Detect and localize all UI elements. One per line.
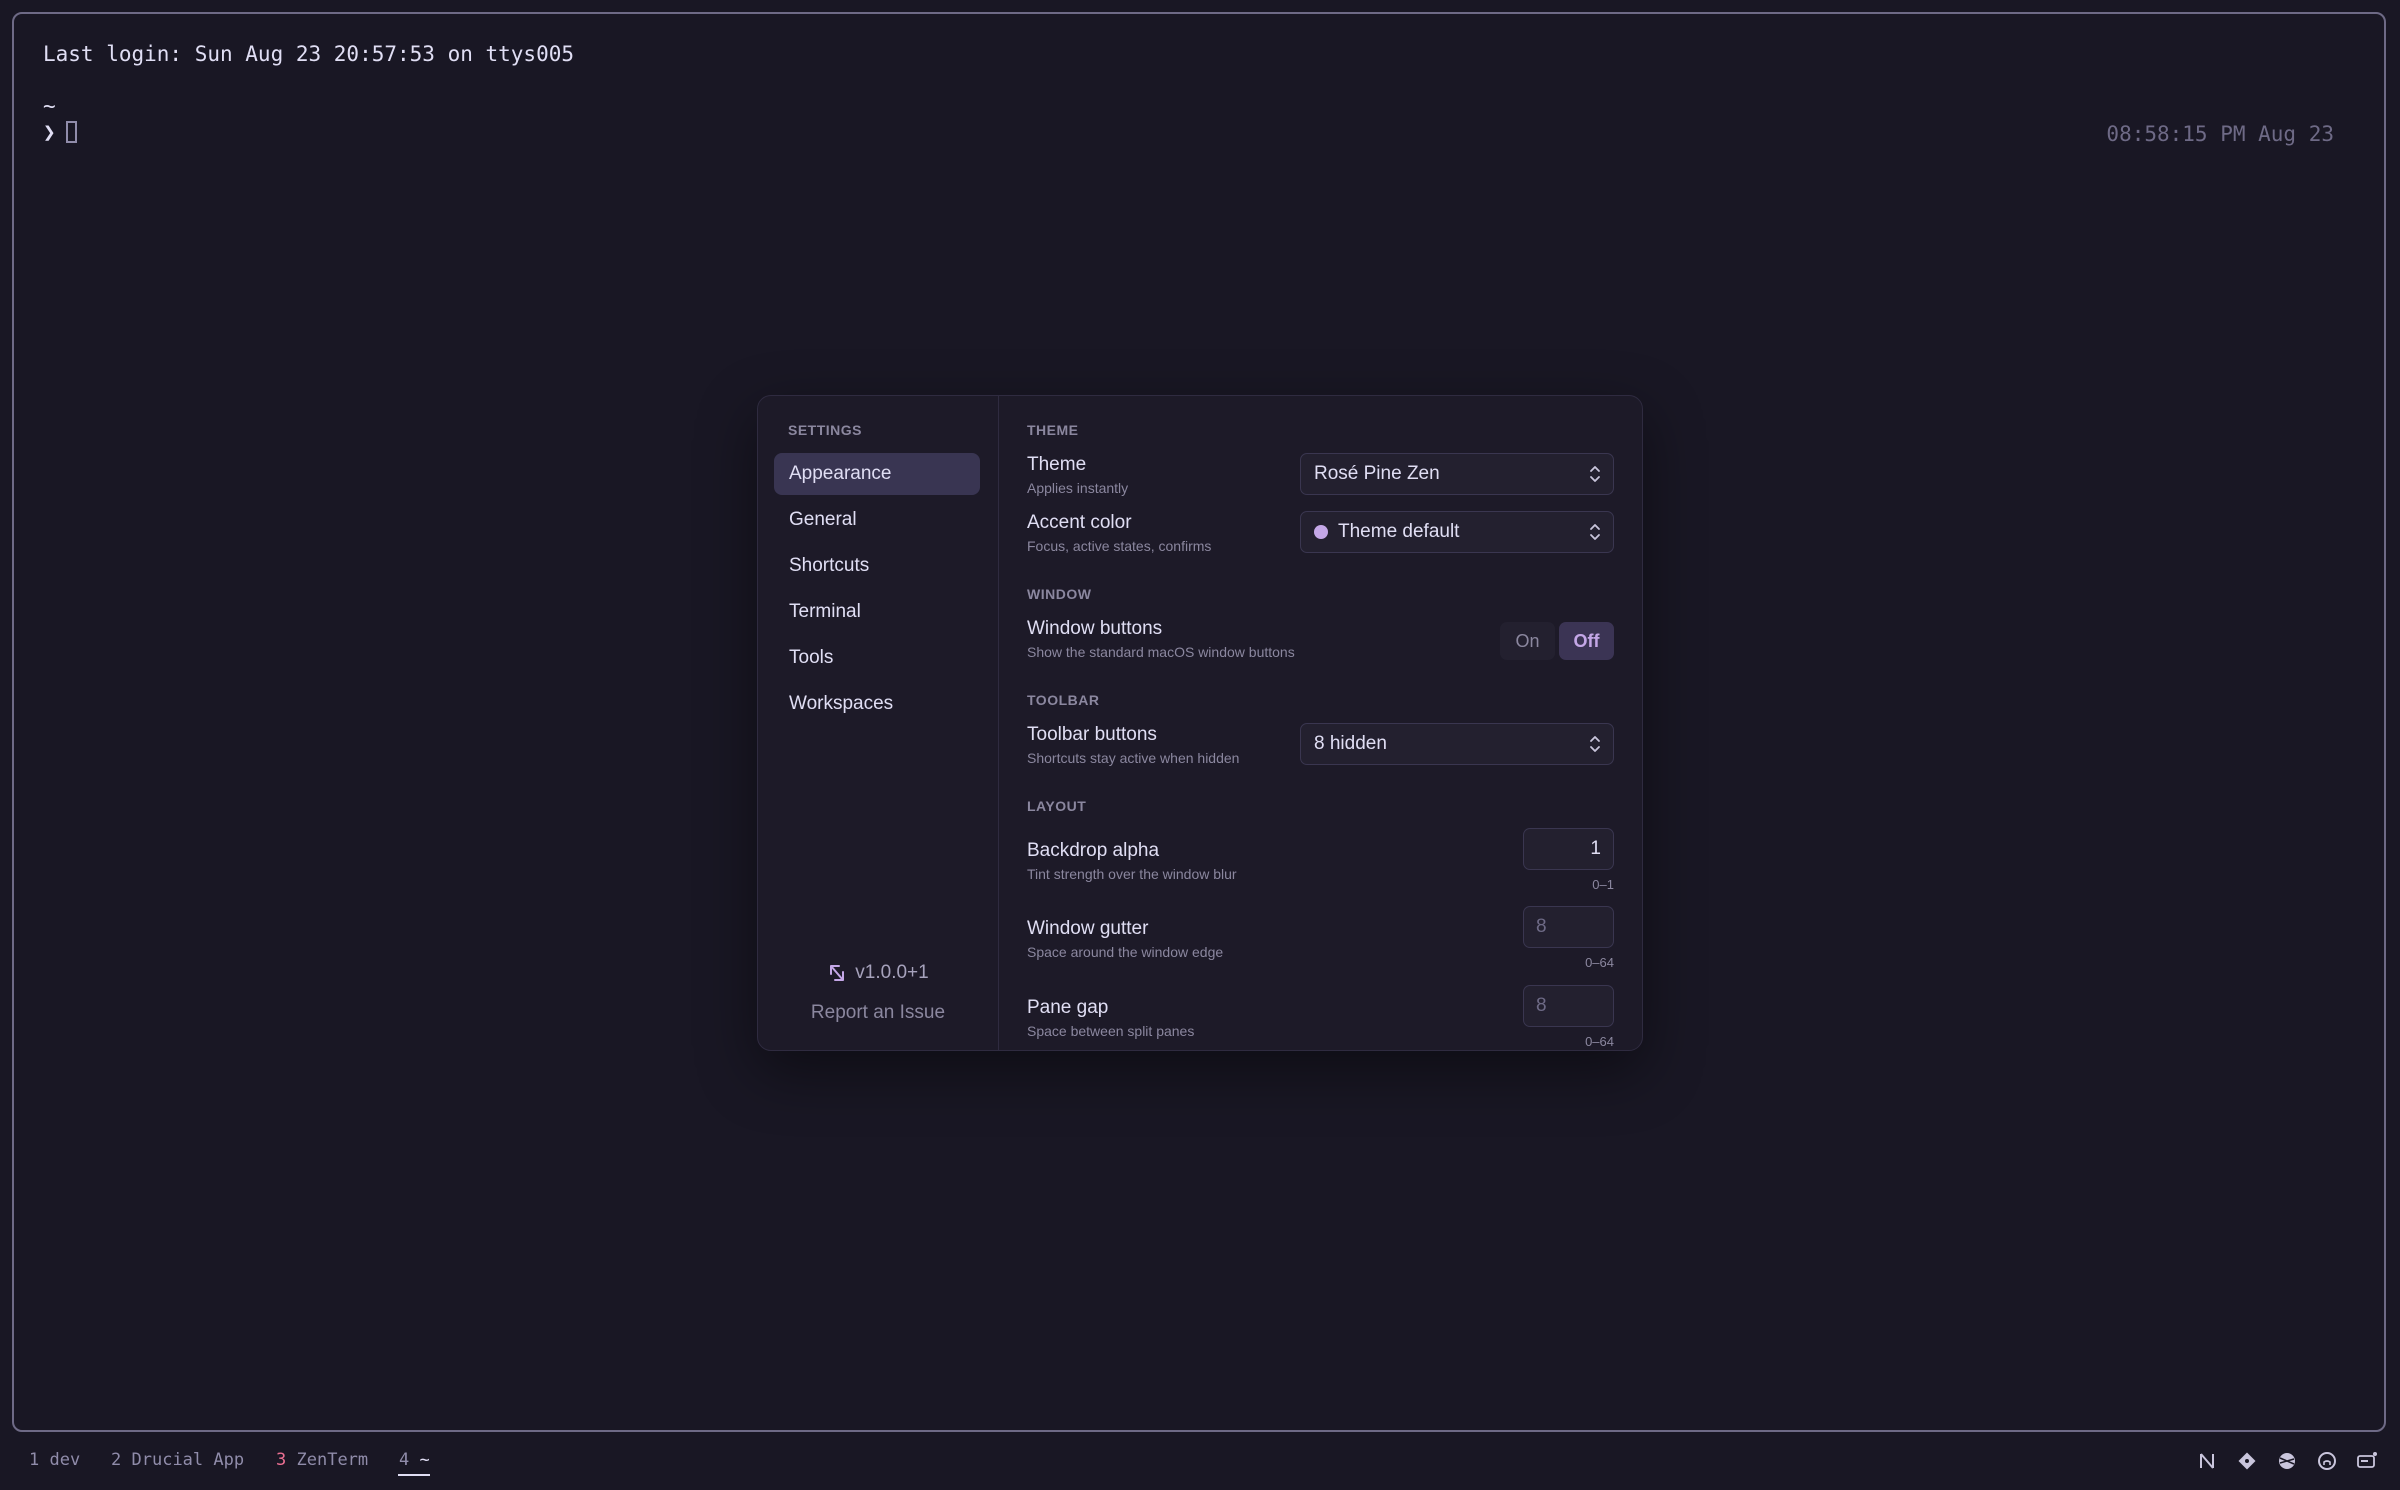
backdrop-subtitle: Tint strength over the window blur: [1027, 866, 1237, 882]
pane-gap-title: Pane gap: [1027, 997, 1109, 1018]
theme-select[interactable]: Rosé Pine Zen: [1300, 453, 1614, 495]
backdrop-title: Backdrop alpha: [1027, 840, 1160, 861]
pane-gap-range: 0–64: [1585, 1034, 1614, 1049]
settings-sidebar: SETTINGS Appearance General Shortcuts Te…: [758, 396, 999, 1050]
gutter-title: Window gutter: [1027, 918, 1149, 939]
tab-3[interactable]: 3 ZenTerm: [276, 1450, 368, 1470]
backdrop-input[interactable]: 1: [1523, 828, 1614, 870]
tab-number: 1: [29, 1450, 40, 1470]
clock: 08:58:15 PM Aug 23: [2106, 122, 2334, 146]
display-icon[interactable]: [2354, 1448, 2380, 1474]
window-buttons-toggle: On Off: [1500, 622, 1614, 660]
chevron-updown-icon: [1590, 736, 1600, 752]
sidebar-item-general[interactable]: General: [774, 499, 980, 541]
tab-4[interactable]: 4 ~: [399, 1450, 430, 1470]
tab-label: ZenTerm: [296, 1450, 369, 1470]
theme-subtitle: Applies instantly: [1027, 480, 1129, 496]
settings-content: THEME Theme Applies instantly Rosé Pine …: [998, 396, 1642, 1050]
window-buttons-title: Window buttons: [1027, 618, 1163, 639]
sidebar-item-shortcuts[interactable]: Shortcuts: [774, 545, 980, 587]
section-window: WINDOW: [1027, 586, 1092, 602]
chevron-updown-icon: [1590, 524, 1600, 540]
github-icon[interactable]: [2314, 1448, 2340, 1474]
terminal-cursor: [65, 121, 77, 143]
gutter-subtitle: Space around the window edge: [1027, 944, 1224, 960]
window-buttons-subtitle: Show the standard macOS window buttons: [1027, 644, 1295, 660]
tab-number: 3: [276, 1450, 287, 1470]
pane-gap-placeholder: 8: [1536, 995, 1547, 1016]
prompt-row[interactable]: ❯: [43, 120, 77, 144]
toolbar-buttons-title: Toolbar buttons: [1027, 724, 1157, 745]
tab-label: ~: [419, 1450, 430, 1470]
tab-label: dev: [49, 1450, 81, 1470]
gutter-range: 0–64: [1585, 955, 1614, 970]
report-issue-link[interactable]: Report an Issue: [758, 1002, 998, 1024]
cwd-line: ~: [43, 94, 56, 118]
git-icon[interactable]: [2234, 1448, 2260, 1474]
tab-number: 2: [111, 1450, 122, 1470]
tab-label: Drucial App: [131, 1450, 245, 1470]
gutter-placeholder: 8: [1536, 916, 1547, 937]
app-logo-icon: [830, 965, 845, 981]
section-layout: LAYOUT: [1027, 798, 1087, 814]
toolbar-buttons-subtitle: Shortcuts stay active when hidden: [1027, 750, 1240, 766]
toolbar-select-value: 8 hidden: [1314, 733, 1387, 754]
pane-gap-subtitle: Space between split panes: [1027, 1023, 1195, 1039]
toggle-on-option[interactable]: On: [1500, 622, 1555, 660]
notion-icon[interactable]: [2194, 1448, 2220, 1474]
section-toolbar: TOOLBAR: [1027, 692, 1100, 708]
tab-number: 4: [399, 1450, 410, 1470]
tab-2[interactable]: 2 Drucial App: [111, 1450, 244, 1470]
tab-1[interactable]: 1 dev: [29, 1450, 80, 1470]
sidebar-item-workspaces[interactable]: Workspaces: [774, 683, 980, 725]
accent-select-value: Theme default: [1338, 521, 1460, 542]
accent-select[interactable]: Theme default: [1300, 511, 1614, 553]
backdrop-range: 0–1: [1592, 877, 1614, 892]
active-tab-underline: [398, 1474, 430, 1476]
backdrop-value: 1: [1590, 838, 1601, 859]
sidebar-item-terminal[interactable]: Terminal: [774, 591, 980, 633]
sidebar-item-tools[interactable]: Tools: [774, 637, 980, 679]
version-label: v1.0.0+1: [855, 962, 929, 983]
section-theme: THEME: [1027, 422, 1079, 438]
pane-gap-input[interactable]: 8: [1523, 985, 1614, 1027]
status-tray: [2194, 1448, 2380, 1474]
tab-bar: 1 dev 2 Drucial App 3 ZenTerm 4 ~: [0, 1444, 2400, 1484]
theme-title: Theme: [1027, 454, 1087, 475]
chevron-updown-icon: [1590, 466, 1600, 482]
version-row: v1.0.0+1: [758, 962, 998, 984]
theme-select-value: Rosé Pine Zen: [1314, 463, 1440, 484]
accent-swatch: [1314, 525, 1328, 539]
settings-header: SETTINGS: [788, 422, 863, 438]
globe-icon[interactable]: [2274, 1448, 2300, 1474]
settings-dialog: SETTINGS Appearance General Shortcuts Te…: [757, 395, 1643, 1051]
accent-subtitle: Focus, active states, confirms: [1027, 538, 1212, 554]
accent-title: Accent color: [1027, 512, 1132, 533]
prompt-symbol: ❯: [43, 120, 56, 144]
gutter-input[interactable]: 8: [1523, 906, 1614, 948]
toolbar-buttons-select[interactable]: 8 hidden: [1300, 723, 1614, 765]
last-login-line: Last login: Sun Aug 23 20:57:53 on ttys0…: [43, 42, 575, 66]
sidebar-item-appearance[interactable]: Appearance: [774, 453, 980, 495]
toggle-off-option[interactable]: Off: [1559, 622, 1614, 660]
